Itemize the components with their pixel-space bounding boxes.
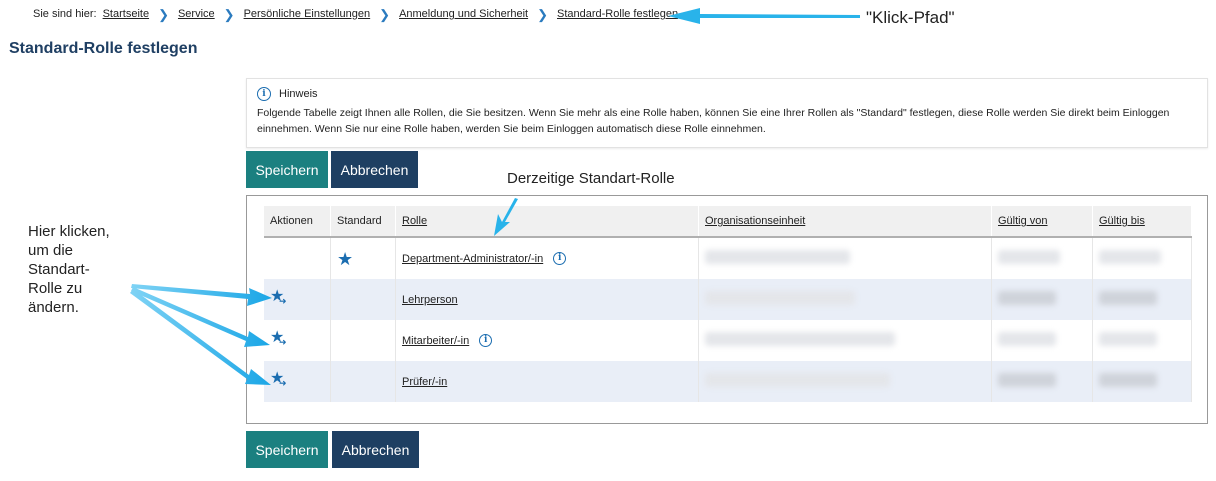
annotation-arrows <box>130 8 860 385</box>
arrow-to-breadcrumb <box>668 8 860 24</box>
arrow-to-default-role <box>494 198 518 236</box>
arrow-to-action-1 <box>131 284 272 306</box>
